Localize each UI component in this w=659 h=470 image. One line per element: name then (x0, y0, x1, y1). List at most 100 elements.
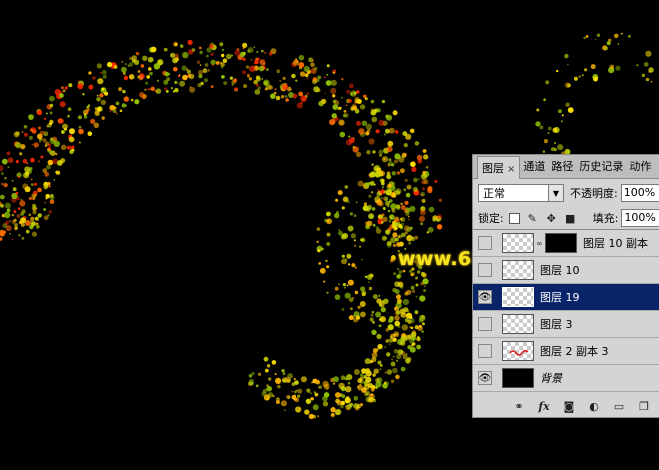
particle (67, 107, 72, 111)
visibility-toggle[interactable] (478, 317, 492, 331)
lock-transparency-icon[interactable] (508, 212, 520, 224)
blend-mode-select[interactable]: 正常 ▼ (478, 184, 564, 202)
folder-icon[interactable]: ▭ (611, 398, 627, 414)
particle (47, 214, 50, 217)
particle (326, 242, 331, 246)
fill-input[interactable]: 100% (621, 209, 659, 227)
particle (391, 224, 396, 229)
particle (388, 219, 392, 223)
layer-name[interactable]: 图层 2 副本 3 (540, 343, 609, 359)
layer-row-selected[interactable]: 👁 图层 19 (473, 284, 659, 311)
lock-all-icon[interactable]: ■ (564, 212, 577, 225)
particle (346, 374, 353, 381)
particle (295, 406, 302, 413)
particle (124, 63, 127, 66)
particle (4, 177, 7, 180)
adjustment-icon[interactable]: ◐ (586, 398, 602, 414)
particle (410, 344, 414, 347)
particle (393, 227, 397, 231)
chevron-down-icon[interactable]: ▼ (548, 185, 563, 201)
particle (163, 47, 168, 52)
tab-paths[interactable]: 路径 (548, 158, 576, 178)
layer-row[interactable]: 👁 背景 (473, 365, 659, 392)
layer-thumbnail (502, 341, 534, 361)
lock-paint-icon[interactable]: ✎ (526, 212, 539, 225)
eye-icon[interactable]: 👁 (478, 371, 492, 385)
eye-icon[interactable]: 👁 (478, 290, 492, 304)
layer-name[interactable]: 图层 19 (540, 289, 580, 305)
particle (553, 147, 557, 152)
tab-layers[interactable]: 图层 × (477, 156, 521, 179)
new-layer-icon[interactable]: ❐ (636, 398, 652, 414)
particle (316, 240, 319, 244)
layer-name[interactable]: 图层 10 (540, 262, 580, 278)
particle (386, 174, 392, 180)
layer-row[interactable]: ∞ 图层 10 副本 (473, 230, 659, 257)
chain-link-icon[interactable]: ∞ (536, 239, 543, 248)
particle (567, 63, 569, 66)
particle (352, 146, 355, 149)
layer-name[interactable]: 图层 3 (540, 316, 573, 332)
particle (268, 85, 274, 90)
visibility-toggle[interactable] (478, 236, 492, 250)
particle (1, 158, 8, 165)
particle (204, 63, 209, 67)
tab-actions[interactable]: 动作 (626, 158, 654, 178)
particle (399, 168, 405, 174)
mask-icon[interactable]: ◙ (561, 398, 577, 414)
link-icon[interactable]: ⚭ (511, 398, 527, 414)
particle (556, 69, 559, 73)
visibility-toggle[interactable] (478, 263, 492, 277)
particle (92, 76, 96, 80)
particle (369, 181, 375, 186)
particle (255, 57, 259, 61)
particle (372, 320, 375, 324)
particle (415, 276, 419, 280)
layer-name[interactable]: 背景 (540, 370, 562, 386)
particle (140, 64, 145, 68)
particle (390, 216, 392, 219)
layer-mask-thumbnail[interactable] (545, 233, 577, 253)
particle (341, 206, 345, 210)
tab-history[interactable]: 历史记录 (576, 158, 626, 178)
particle (343, 376, 347, 380)
particle (392, 367, 398, 374)
particle (609, 64, 615, 70)
particle (11, 213, 15, 217)
particle (71, 145, 75, 150)
particle (368, 286, 373, 291)
particle (405, 192, 411, 198)
particle (179, 80, 186, 87)
particle (246, 73, 250, 77)
particle (282, 76, 286, 80)
layer-row[interactable]: 图层 3 (473, 311, 659, 338)
close-icon[interactable]: × (507, 164, 515, 175)
particle (561, 114, 564, 117)
particle (617, 43, 620, 45)
fx-icon[interactable]: fx (536, 398, 552, 414)
particle (37, 213, 42, 218)
opacity-input[interactable]: 100% (620, 184, 659, 202)
particle (35, 222, 39, 226)
particle (384, 371, 387, 374)
particle (370, 313, 374, 317)
layer-row[interactable]: 图层 2 副本 3 (473, 338, 659, 365)
visibility-toggle[interactable] (478, 344, 492, 358)
lock-move-icon[interactable]: ✥ (545, 212, 558, 225)
particle (234, 49, 241, 56)
layer-row[interactable]: 图层 10 (473, 257, 659, 284)
particle (416, 336, 421, 342)
particle (338, 119, 345, 126)
particle (316, 227, 321, 232)
particle (388, 127, 395, 134)
particle (344, 185, 349, 189)
tab-channels[interactable]: 通道 (520, 158, 548, 178)
particle (28, 114, 34, 120)
particle (573, 76, 578, 81)
particle (376, 333, 382, 340)
particle (583, 36, 586, 40)
particle (55, 170, 58, 174)
particle (280, 95, 285, 99)
layer-name[interactable]: 图层 10 副本 (583, 235, 648, 251)
particle (223, 81, 228, 86)
